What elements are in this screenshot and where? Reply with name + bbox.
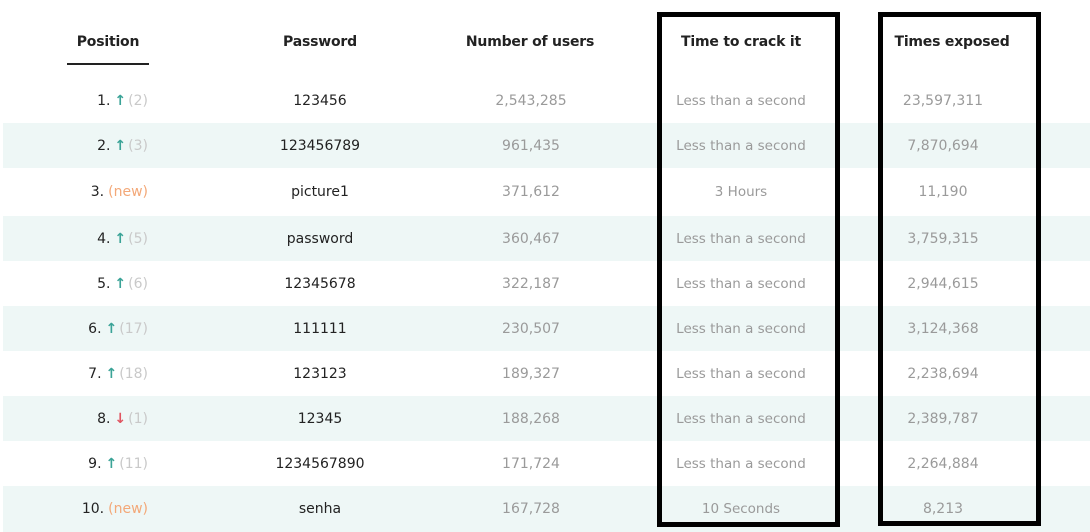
table-row[interactable]: 4. ↑ (5) password 360,467 Less than a second 3… (3, 216, 1090, 261)
rank-number: 7. (88, 365, 102, 382)
cell-password: 123123 (293, 365, 347, 382)
arrow-up-icon: ↑ (105, 365, 118, 382)
arrow-down-icon: ↓ (114, 410, 127, 427)
table-row[interactable]: 1. ↑ (2) 123456 2,543,285 Less than a second 2… (3, 78, 1090, 123)
cell-password: 123456789 (279, 137, 361, 154)
cell-number-of-users: 360,467 (502, 230, 560, 247)
new-badge: (new) (108, 184, 148, 200)
cell-position: 3. (new) (3, 168, 148, 216)
rank-number: 1. (97, 92, 111, 109)
header-time-to-crack[interactable]: Time to crack it (661, 34, 821, 50)
previous-rank: (11) (119, 455, 148, 472)
rank-number: 3. (90, 184, 105, 200)
table-row[interactable]: 10. (new) senha 167,728 10 Seconds 8,213 (3, 486, 1090, 532)
cell-number-of-users: 322,187 (502, 275, 560, 292)
header-times-exposed[interactable]: Times exposed (872, 34, 1032, 50)
cell-number-of-users: 171,724 (502, 455, 560, 472)
cell-password: 111111 (293, 320, 347, 337)
previous-rank: (6) (128, 275, 148, 292)
previous-rank: (1) (128, 410, 148, 427)
rank-number: 2. (97, 137, 111, 154)
cell-number-of-users: 371,612 (502, 184, 560, 200)
previous-rank: (3) (128, 137, 148, 154)
header-position[interactable]: Position (67, 34, 149, 50)
cell-number-of-users: 2,543,285 (495, 92, 567, 109)
cell-position: 10. (new) (3, 486, 148, 532)
cell-position: 5. ↑ (6) (3, 261, 148, 306)
cell-times-exposed: 2,264,884 (907, 455, 979, 472)
arrow-up-icon: ↑ (114, 137, 127, 154)
cell-times-exposed: 2,389,787 (907, 410, 979, 427)
header-number-of-users[interactable]: Number of users (430, 34, 630, 50)
arrow-up-icon: ↑ (114, 275, 127, 292)
header-password[interactable]: Password (220, 34, 420, 50)
cell-password: password (286, 230, 354, 247)
cell-times-exposed: 8,213 (922, 501, 964, 517)
cell-position: 1. ↑ (2) (3, 78, 148, 123)
cell-password: senha (298, 501, 342, 517)
cell-times-exposed: 11,190 (918, 184, 968, 200)
previous-rank: (2) (128, 92, 148, 109)
active-sort-underline (67, 63, 149, 65)
cell-number-of-users: 167,728 (502, 501, 560, 517)
cell-times-exposed: 2,238,694 (907, 365, 979, 382)
cell-position: 8. ↓ (1) (3, 396, 148, 441)
table-row[interactable]: 3. (new) picture1 371,612 3 Hours 11,190 (3, 168, 1090, 216)
new-badge: (new) (108, 501, 148, 517)
cell-times-exposed: 23,597,311 (902, 92, 984, 109)
cell-number-of-users: 961,435 (502, 137, 560, 154)
table-row[interactable]: 9. ↑ (11) 1234567890 171,724 Less than a seco… (3, 441, 1090, 486)
cell-number-of-users: 189,327 (502, 365, 560, 382)
table-row[interactable]: 7. ↑ (18) 123123 189,327 Less than a second 2,… (3, 351, 1090, 396)
cell-time-to-crack: Less than a second (676, 137, 806, 154)
arrow-up-icon: ↑ (105, 320, 118, 337)
cell-time-to-crack: Less than a second (676, 455, 806, 472)
previous-rank: (5) (128, 230, 148, 247)
cell-number-of-users: 188,268 (502, 410, 560, 427)
cell-position: 6. ↑ (17) (3, 306, 148, 351)
cell-time-to-crack: Less than a second (676, 365, 806, 382)
cell-time-to-crack: Less than a second (676, 320, 806, 337)
rank-number: 6. (88, 320, 102, 337)
cell-password: 12345 (297, 410, 343, 427)
cell-time-to-crack: Less than a second (676, 275, 806, 292)
cell-number-of-users: 230,507 (502, 320, 560, 337)
rank-number: 9. (88, 455, 102, 472)
table-row[interactable]: 5. ↑ (6) 12345678 322,187 Less than a second 2… (3, 261, 1090, 306)
cell-position: 7. ↑ (18) (3, 351, 148, 396)
rank-number: 8. (97, 410, 111, 427)
cell-time-to-crack: Less than a second (676, 230, 806, 247)
cell-time-to-crack: 3 Hours (714, 184, 768, 200)
cell-time-to-crack: Less than a second (676, 410, 806, 427)
arrow-up-icon: ↑ (105, 455, 118, 472)
cell-position: 2. ↑ (3) (3, 123, 148, 168)
rank-number: 5. (97, 275, 111, 292)
rank-number: 4. (97, 230, 111, 247)
table-row[interactable]: 8. ↓ (1) 12345 188,268 Less than a second 2,38… (3, 396, 1090, 441)
cell-times-exposed: 3,124,368 (907, 320, 979, 337)
cell-times-exposed: 2,944,615 (907, 275, 979, 292)
cell-times-exposed: 7,870,694 (907, 137, 979, 154)
previous-rank: (18) (119, 365, 148, 382)
table-row[interactable]: 6. ↑ (17) 111111 230,507 Less than a second 3,… (3, 306, 1090, 351)
cell-position: 4. ↑ (5) (3, 216, 148, 261)
cell-position: 9. ↑ (11) (3, 441, 148, 486)
cell-password: 12345678 (284, 275, 356, 292)
previous-rank: (17) (119, 320, 148, 337)
cell-password: picture1 (291, 184, 349, 200)
cell-times-exposed: 3,759,315 (907, 230, 979, 247)
rank-number: 10. (81, 501, 105, 517)
cell-time-to-crack: 10 Seconds (701, 501, 781, 517)
arrow-up-icon: ↑ (114, 92, 127, 109)
cell-time-to-crack: Less than a second (676, 92, 806, 109)
table-header: Position Password Number of users Time t… (0, 0, 1090, 78)
cell-password: 123456 (293, 92, 347, 109)
cell-password: 1234567890 (275, 455, 365, 472)
arrow-up-icon: ↑ (114, 230, 127, 247)
table-row[interactable]: 2. ↑ (3) 123456789 961,435 Less than a second… (3, 123, 1090, 168)
